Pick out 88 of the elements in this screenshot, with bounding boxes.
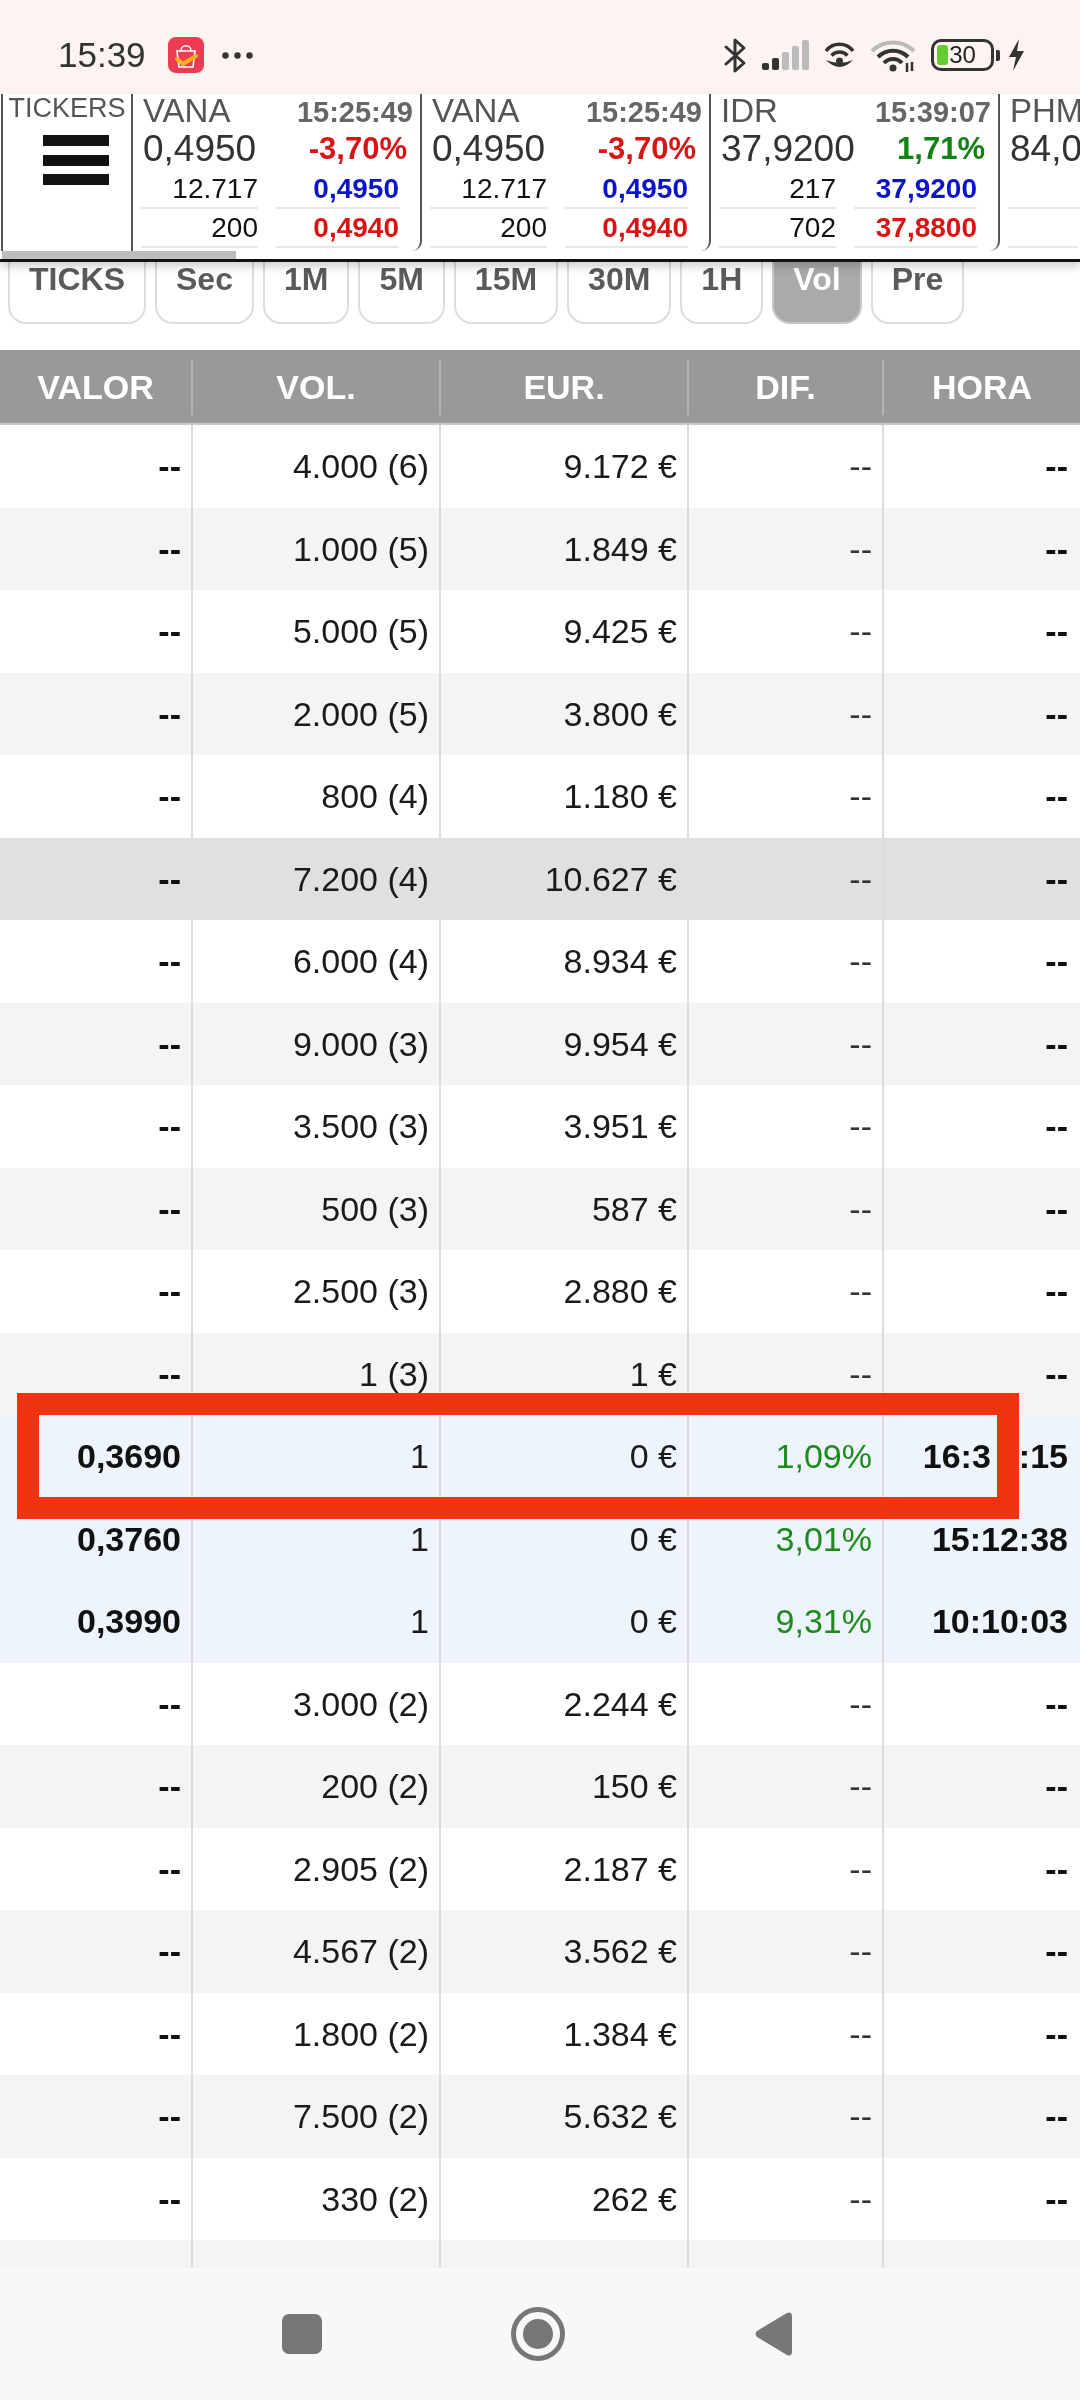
table-cell-text: -- [1044, 1848, 1069, 1890]
ticker-time: 15:25:49 [296, 95, 413, 130]
ticker-change: 1,71% [897, 131, 985, 167]
table-cell-text: -- [1044, 693, 1069, 735]
ticker-change: -3,70% [597, 131, 696, 167]
depth-volume: 12.717 [172, 173, 258, 204]
table-row[interactable]: -- 500 (3) 587 € -- -- [0, 1167, 1080, 1250]
tab[interactable]: Sec [155, 262, 254, 324]
ticker-symbol: VANA [143, 94, 231, 128]
status-time: 15:39 [58, 35, 146, 75]
tab[interactable]: 30M [567, 262, 672, 324]
ticker-symbol: IDR [721, 94, 778, 128]
table-cell-text: -- [1044, 1188, 1069, 1230]
ticker-price: 37,9200 [721, 129, 855, 169]
depth-price: 0,4950 [602, 173, 688, 204]
table-row[interactable]: -- 9.000 (3) 9.954 € -- -- [0, 1002, 1080, 1085]
tab[interactable]: Pre [870, 262, 965, 324]
table-cell: 0 € [441, 1415, 689, 1498]
more-icon [221, 51, 253, 59]
depth-volume: 12.717 [461, 173, 547, 204]
depth-volume: 200 [500, 212, 547, 243]
back-icon[interactable] [754, 2311, 792, 2357]
tab[interactable]: TICKS [8, 262, 146, 324]
ticker-change: -3,70% [308, 131, 407, 167]
table-row[interactable]: -- 200 (2) 150 € -- -- [0, 1745, 1080, 1828]
table-cell-text: -- [1044, 1106, 1069, 1147]
table-row[interactable]: 0,3690 1 0 € 1,09% 16:3 :15 [0, 1415, 1080, 1498]
tab[interactable]: 1M [262, 262, 350, 324]
table-row[interactable]: -- 4.567 (2) 3.562 € -- -- [0, 1910, 1080, 1993]
table-row[interactable]: -- 2.000 (5) 3.800 € -- -- [0, 672, 1080, 755]
table-cell-text: 15:12:38 [930, 1518, 1069, 1560]
table-cell-text: -- [1044, 528, 1069, 570]
menu-icon[interactable] [43, 135, 109, 185]
table-cell: 1 [193, 1415, 441, 1498]
table-cell-text: 16:3 [922, 1437, 991, 1475]
table-cell-text: -- [1044, 776, 1069, 817]
table-cell-text: -- [1044, 2013, 1069, 2055]
table-cell-text: -- [1044, 2178, 1069, 2220]
table-cell-text: -- [1044, 1353, 1069, 1395]
table-cell-text: -- [1044, 858, 1069, 900]
column-header: DIF. [689, 360, 884, 415]
depth-price: 37,8800 [875, 212, 977, 243]
depth-price: 0,4950 [313, 173, 399, 204]
bluetooth-icon [723, 36, 748, 74]
ticker-price: 0,4950 [432, 129, 546, 169]
shopping-bag-icon [167, 37, 204, 73]
ticker-time: 15:25:49 [585, 95, 702, 130]
table-cell-text: -- [1044, 1023, 1069, 1065]
depth-volume: 200 [211, 212, 258, 243]
table-cell-text: 10:10:03 [930, 1601, 1069, 1642]
depth-price: 0,4940 [602, 212, 688, 243]
table-cell-text: -- [1044, 2096, 1069, 2137]
table-cell: 0,3690 [0, 1415, 193, 1498]
column-header: VALOR [0, 360, 193, 415]
table-cell-text: -- [1044, 446, 1069, 487]
table-cell: 1,09% [689, 1415, 884, 1498]
column-header: HORA [930, 367, 1034, 408]
ticker-time: 15:39:07 [874, 95, 991, 130]
depth-price: 37,9200 [875, 173, 977, 204]
depth-volume: 217 [789, 173, 836, 204]
table-row[interactable]: -- 7.200 (4) 10.627 € -- -- [0, 837, 1080, 920]
table-cell-text: -- [1044, 941, 1069, 982]
table-cell-text: -- [1044, 1271, 1069, 1312]
table-cell-text: -- [1044, 1931, 1069, 1972]
ticker-card[interactable]: VANA 15:25:49 0,4950 -3,70% 12.717 0,4950 200 0,4940 [422, 94, 711, 251]
tab[interactable]: 5M [358, 262, 445, 324]
square-icon[interactable] [282, 2314, 322, 2354]
column-header: EUR. [441, 360, 689, 415]
home-icon[interactable] [511, 2307, 565, 2361]
ticker-price: 0,4950 [143, 129, 257, 169]
table-row[interactable]: -- 1.000 (5) 1.849 € -- -- [0, 507, 1080, 590]
depth-volume: 702 [789, 212, 836, 243]
wifi-icon [870, 38, 917, 72]
column-header: VOL. [193, 360, 441, 415]
table-cell-text: :15 [1018, 1437, 1068, 1475]
table-cell-text: -- [1044, 611, 1069, 652]
tab[interactable]: 1H [680, 262, 764, 324]
table-row[interactable]: 0,3990 1 0 € 9,31% 10:10:03 [0, 1580, 1080, 1663]
ticker-symbol: VANA [432, 94, 520, 128]
tab[interactable]: 15M [453, 262, 559, 324]
depth-price: 0,4940 [313, 212, 399, 243]
ticker-card[interactable]: IDR 15:39:07 37,9200 1,71% 217 37,9200 702 37,8800 [711, 94, 1000, 251]
table-cell-text: -- [1044, 1683, 1069, 1725]
table-row[interactable]: -- 7.500 (2) 5.632 € -- -- [0, 2075, 1080, 2158]
table-cell-text: -- [1044, 1766, 1069, 1807]
tickers-label: TICKERS [8, 94, 126, 122]
charging-bolt-icon [1007, 39, 1026, 71]
signal-icon [762, 40, 809, 70]
